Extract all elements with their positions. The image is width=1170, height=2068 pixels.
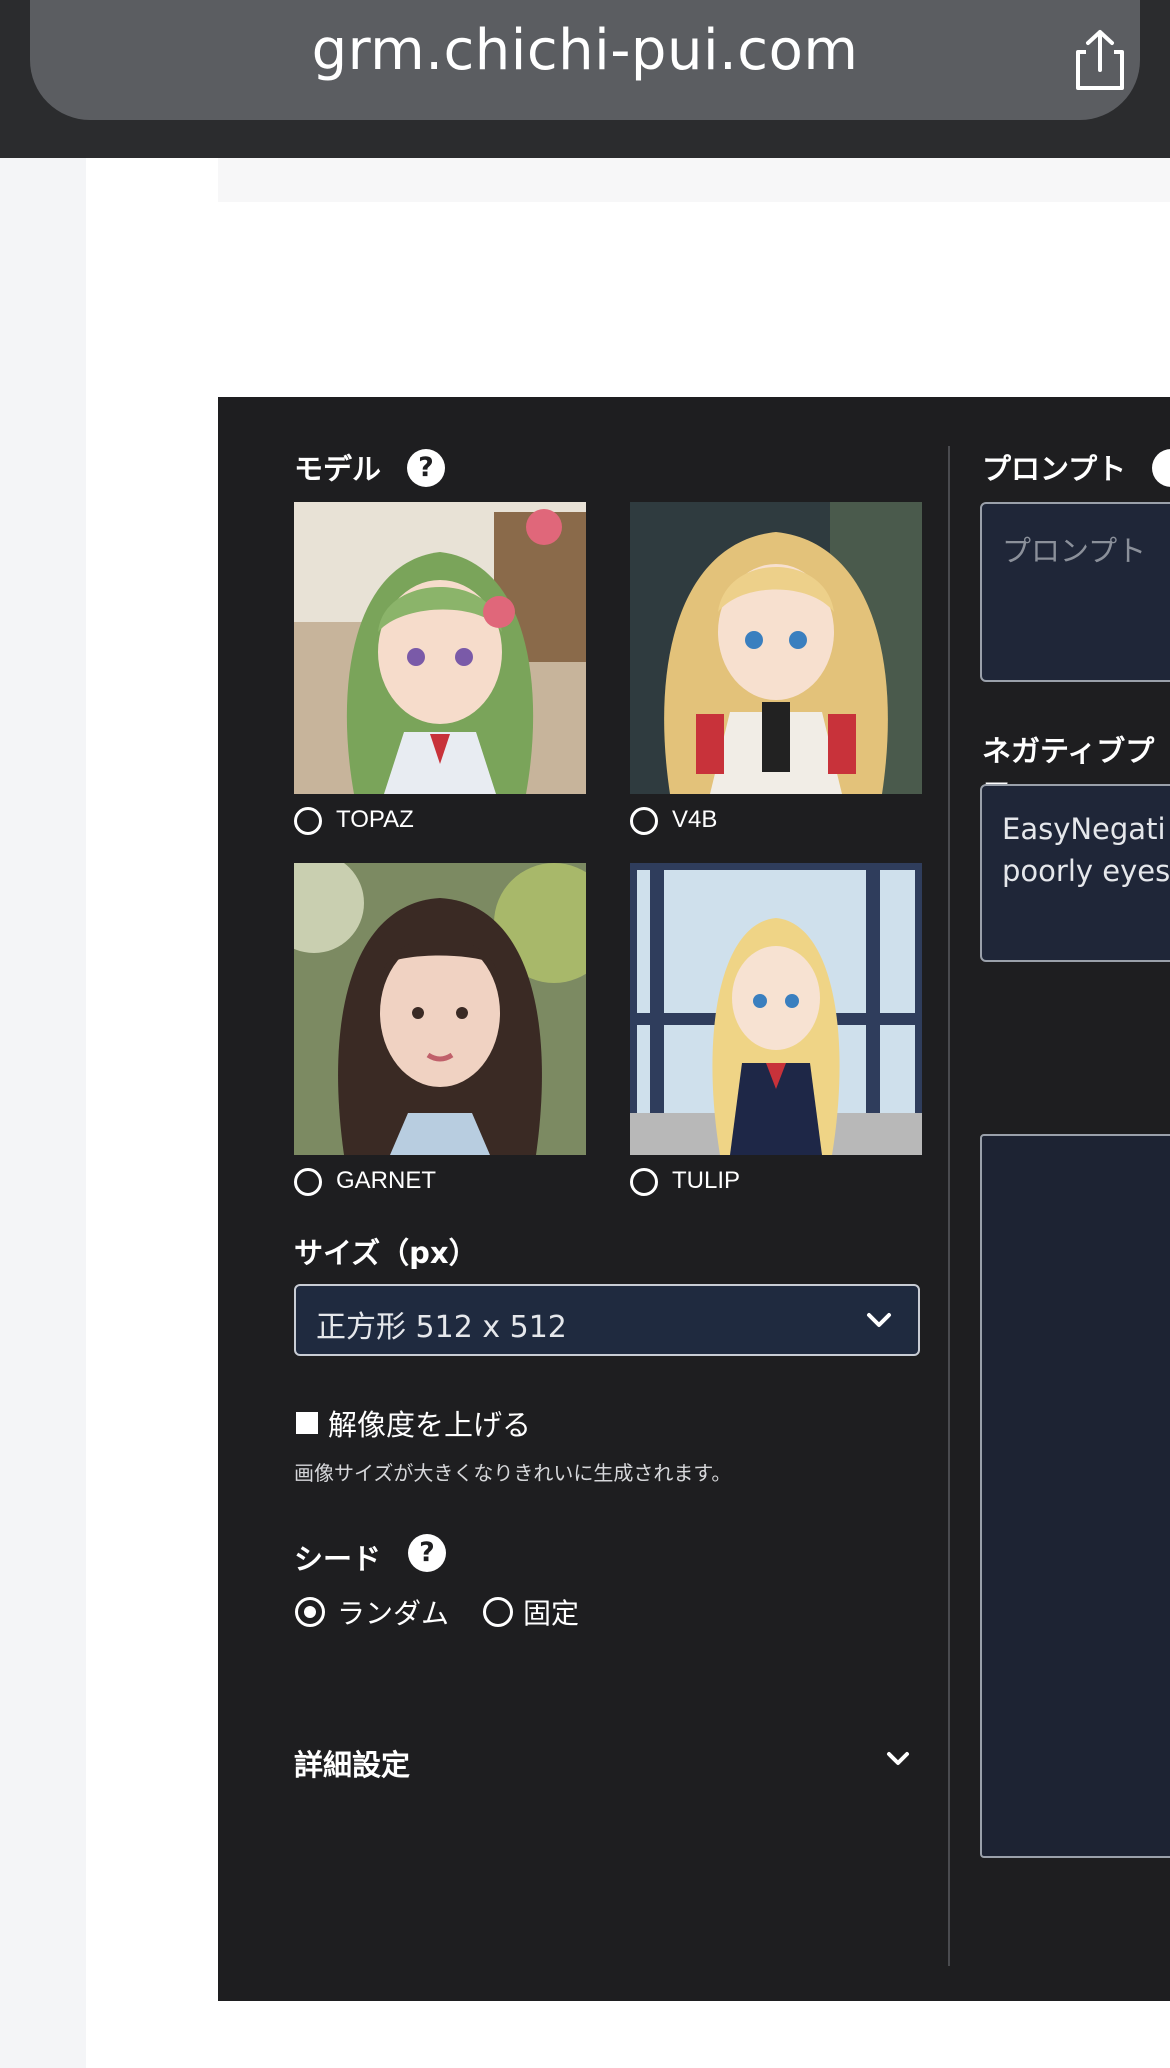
model-name-garnet: GARNET [336,1167,437,1194]
url-text[interactable]: grm.chichi-pui.com [30,18,1140,83]
share-icon[interactable] [1070,28,1130,92]
model-radio-tulip[interactable] [630,1168,658,1196]
chevron-down-icon [867,1313,891,1327]
negative-prompt-line-1: EasyNegati [1002,812,1166,846]
model-name-topaz: TOPAZ [336,806,414,833]
model-help-icon[interactable]: ? [407,449,445,487]
seed-radio-fixed[interactable] [483,1597,513,1627]
model-thumbnail-garnet[interactable] [294,863,586,1155]
hires-label[interactable]: 解像度を上げる [328,1402,531,1444]
advanced-settings-toggle[interactable]: 詳細設定 [294,1742,410,1784]
model-radio-garnet[interactable] [294,1168,322,1196]
prompt-label: プロンプト [982,452,1127,486]
size-select-value: 正方形 512 x 512 [316,1310,567,1345]
seed-label: シード [294,1542,382,1576]
model-radio-v4b[interactable] [630,807,658,835]
negative-prompt-input[interactable]: EasyNegati poorly eyes [980,784,1170,962]
generated-image-area [980,1134,1170,1858]
seed-option-fixed[interactable]: 固定 [523,1592,579,1632]
model-name-tulip: TULIP [672,1167,741,1194]
model-radio-topaz[interactable] [294,807,322,835]
browser-toolbar: grm.chichi-pui.com [0,0,1170,158]
model-thumbnail-topaz[interactable] [294,502,586,794]
prompt-placeholder: プロンプト [1002,534,1147,568]
model-thumbnail-v4b[interactable] [630,502,922,794]
address-bar[interactable]: grm.chichi-pui.com [30,0,1140,120]
column-divider [948,446,950,1966]
negative-prompt-line-2: poorly eyes [1002,854,1170,888]
hires-note: 画像サイズが大きくなりきれいに生成されます。 [294,1461,732,1485]
prompt-input[interactable]: プロンプト [980,502,1170,682]
model-thumbnail-tulip[interactable] [630,863,922,1155]
page-header-strip [218,158,1170,202]
model-label: モデル [294,452,382,486]
seed-help-icon[interactable]: ? [408,1534,446,1572]
size-select[interactable]: 正方形 512 x 512 [294,1284,920,1356]
chevron-down-icon[interactable] [886,1750,910,1768]
size-label: サイズ（px） [294,1236,478,1270]
seed-option-random[interactable]: ランダム [337,1592,449,1632]
hires-checkbox[interactable] [296,1412,318,1434]
seed-radio-random[interactable] [295,1597,325,1627]
model-name-v4b: V4B [672,806,718,833]
